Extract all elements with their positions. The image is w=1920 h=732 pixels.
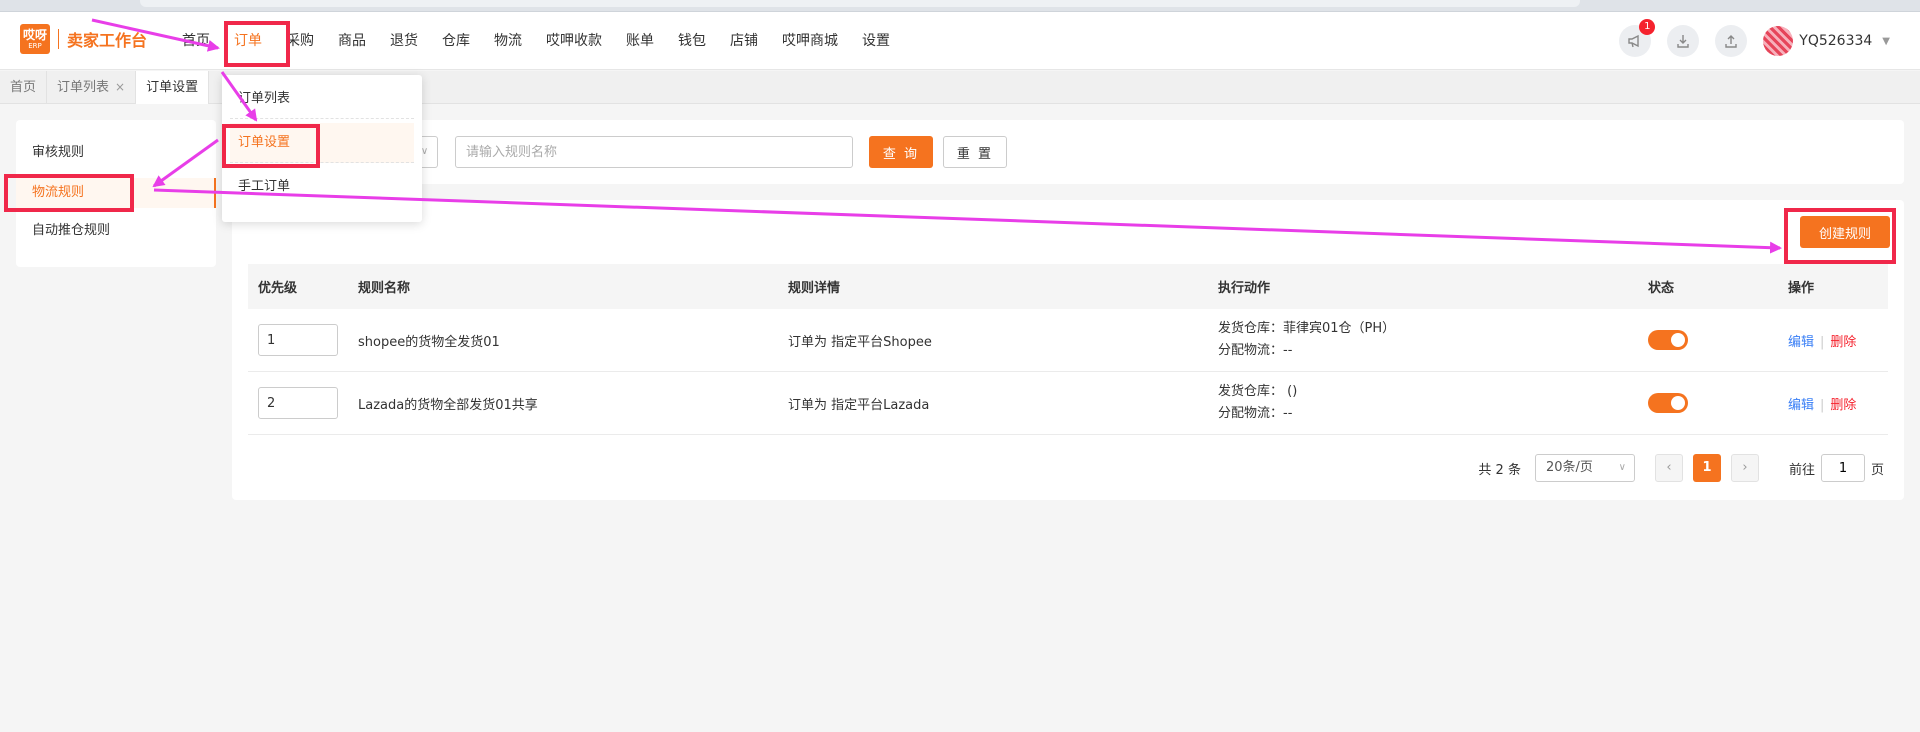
tab-home-label: 首页 [10,80,37,95]
col-rule-name: 规则名称 [358,281,411,296]
nav-item-settings[interactable]: 设置 [850,12,902,70]
nav-item-home[interactable]: 首页 [170,12,222,70]
edit-link[interactable]: 编辑 [1788,398,1814,413]
create-rule-button[interactable]: 创建规则 [1800,216,1890,248]
top-header: 哎呀 ERP 卖家工作台 首页 订单 采购 商品 退货 仓库 物流 哎呷收款 账… [0,12,1920,70]
main-nav: 首页 订单 采购 商品 退货 仓库 物流 哎呷收款 账单 钱包 店铺 哎呷商城 … [170,12,902,70]
status-toggle[interactable] [1648,330,1688,350]
col-priority: 优先级 [258,281,298,296]
divider: | [1820,334,1825,350]
prev-page-button[interactable]: ‹ [1654,454,1683,482]
address-bar [140,0,1580,7]
orders-dropdown-menu: 订单列表 订单设置 手工订单 [222,75,422,222]
logo[interactable]: 哎呀 ERP 卖家工作台 [20,24,147,54]
page-suffix: 页 [1870,462,1884,478]
col-rule-detail: 规则详情 [788,281,841,296]
rules-sidebar: 审核规则 物流规则 自动推仓规则 [16,120,216,267]
priority-input[interactable] [258,324,338,356]
tab-order-settings-label: 订单设置 [146,80,199,95]
rule-detail: 订单为 指定平台Shopee [788,334,932,350]
priority-input[interactable] [258,387,338,419]
nav-item-orders[interactable]: 订单 [222,12,274,70]
nav-item-stores[interactable]: 店铺 [718,12,770,70]
table-header: 优先级 规则名称 规则详情 执行动作 状态 操作 [248,264,1888,309]
upload-icon[interactable] [1715,25,1748,57]
table-row: shopee的货物全发货01 订单为 指定平台Shopee 发货仓库：菲律宾01… [248,309,1888,372]
logo-top-text: 哎呀 [22,27,47,42]
avatar[interactable] [1763,26,1794,56]
menu-item-order-list[interactable]: 订单列表 [230,79,414,119]
nav-item-products[interactable]: 商品 [326,12,378,70]
browser-strip [0,0,1920,12]
logo-bottom-text: ERP [28,41,42,50]
close-icon[interactable]: × [115,71,125,104]
col-action: 执行动作 [1218,281,1271,296]
action-warehouse: 发货仓库： () [1218,384,1298,399]
header-actions: 1 YQ526334 ▼ [1603,19,1890,58]
tab-home[interactable]: 首页 [0,71,48,104]
sidebar-item-auto-warehouse-rules[interactable]: 自动推仓规则 [16,216,216,246]
rules-table: 优先级 规则名称 规则详情 执行动作 状态 操作 shopee的货物全发货01 … [248,264,1888,435]
nav-item-mall[interactable]: 哎呷商城 [770,12,850,70]
nav-item-returns[interactable]: 退货 [378,12,430,70]
nav-item-warehouse[interactable]: 仓库 [430,12,482,70]
sidebar-item-logistics-rules[interactable]: 物流规则 [16,178,216,208]
table-row: Lazada的货物全部发货01共享 订单为 指定平台Lazada 发货仓库： (… [248,372,1888,435]
row-operations: 编辑 | 删除 [1778,394,1888,413]
notification-badge: 1 [1639,19,1656,35]
current-page-button[interactable]: 1 [1692,454,1721,482]
megaphone-icon[interactable]: 1 [1619,19,1656,57]
status-toggle[interactable] [1648,393,1688,413]
page-size-select[interactable]: 20条/页 ∨ [1534,454,1635,482]
edit-link[interactable]: 编辑 [1788,335,1814,350]
logo-icon: 哎呀 ERP [20,24,50,54]
menu-item-manual-order[interactable]: 手工订单 [230,167,414,207]
megaphone-glyph [1628,34,1639,48]
pagination-total: 共 2 条 [1478,462,1521,478]
divider: | [1820,397,1825,413]
download-icon[interactable] [1667,25,1700,57]
goto-page-input[interactable] [1820,454,1865,482]
rule-detail: 订单为 指定平台Lazada [788,397,930,413]
rule-name-search-input[interactable] [455,136,853,168]
col-operations: 操作 [1788,281,1815,296]
nav-item-payments[interactable]: 哎呷收款 [534,12,614,70]
goto-label: 前往 [1788,462,1815,478]
reset-button[interactable]: 重 置 [943,136,1007,168]
username[interactable]: YQ526334 [1799,33,1872,49]
tab-order-settings[interactable]: 订单设置 [136,71,210,104]
action-logistics: 分配物流：-- [1218,343,1293,358]
nav-item-wallet[interactable]: 钱包 [666,12,718,70]
page-size-value: 20条/页 [1545,460,1593,475]
chevron-down-icon: ∨ [1618,462,1626,473]
nav-item-purchase[interactable]: 采购 [274,12,326,70]
query-button[interactable]: 查 询 [869,136,933,168]
chevron-down-icon[interactable]: ▼ [1882,36,1890,47]
action-logistics: 分配物流：-- [1218,406,1293,421]
rule-action: 发货仓库：菲律宾01仓（PH） 分配物流：-- [1208,318,1638,362]
sidebar-item-review-rules[interactable]: 审核规则 [16,138,216,168]
delete-link[interactable]: 删除 [1830,398,1856,413]
rule-name: Lazada的货物全部发货01共享 [358,397,538,413]
rules-table-panel: 创建规则 优先级 规则名称 规则详情 执行动作 状态 操作 shopee的货物全… [232,200,1904,500]
logo-title: 卖家工作台 [67,31,148,50]
rule-action: 发货仓库： () 分配物流：-- [1208,381,1638,425]
col-status: 状态 [1648,281,1675,296]
menu-item-order-settings[interactable]: 订单设置 [230,123,414,163]
logo-divider [58,29,59,49]
nav-item-bills[interactable]: 账单 [614,12,666,70]
delete-link[interactable]: 删除 [1830,335,1856,350]
pagination: 共 2 条 20条/页 ∨ ‹ 1 › 前往 页 [1478,454,1884,482]
upload-glyph [1725,35,1737,48]
rule-name: shopee的货物全发货01 [358,334,500,350]
row-operations: 编辑 | 删除 [1778,331,1888,350]
next-page-button[interactable]: › [1730,454,1759,482]
search-panel: ∨ 查 询 重 置 [232,120,1904,184]
download-glyph [1677,35,1689,48]
tab-order-list-label: 订单列表 [57,80,110,95]
tab-order-list[interactable]: 订单列表 × [47,71,137,104]
nav-item-logistics[interactable]: 物流 [482,12,534,70]
action-warehouse: 发货仓库：菲律宾01仓（PH） [1218,321,1396,336]
